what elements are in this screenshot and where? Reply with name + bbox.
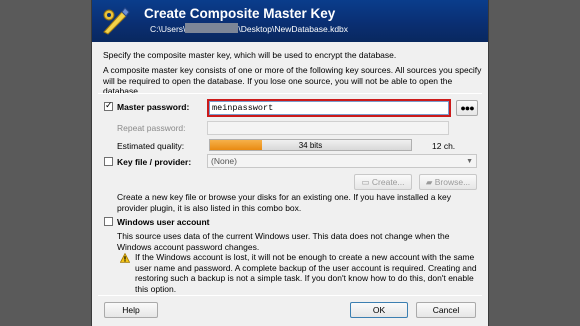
folder-icon: ▰ [425, 177, 435, 187]
reveal-password-button[interactable]: ●●● [456, 100, 478, 116]
key-file-help: Create a new key file or browse your dis… [117, 192, 452, 213]
master-password-label: Master password: [117, 102, 190, 112]
separator [98, 93, 482, 94]
character-count: 12 ch. [432, 141, 456, 151]
dialog-title: Create Composite Master Key [144, 6, 336, 21]
redacted-username [185, 23, 239, 33]
repeat-password-input[interactable] [207, 121, 449, 135]
repeat-password-label: Repeat password: [117, 123, 186, 133]
estimated-quality-label: Estimated quality: [117, 141, 185, 151]
intro-line-2: A composite master key consists of one o… [103, 65, 482, 96]
warning-icon [120, 253, 130, 263]
ok-button[interactable]: OK [350, 302, 408, 318]
windows-account-label: Windows user account [117, 217, 210, 227]
browse-key-file-button[interactable]: ▰ Browse... [419, 174, 477, 190]
quality-bits-text: 34 bits [298, 141, 323, 150]
chevron-down-icon: ▼ [466, 158, 473, 165]
key-pen-icon [103, 7, 130, 35]
new-file-icon: ▭ [361, 177, 372, 187]
help-button[interactable]: Help [104, 302, 158, 318]
create-master-key-dialog: Create Composite Master Key C:\Users\ \De… [91, 0, 489, 326]
windows-account-warning: If the Windows account is lost, it will … [135, 252, 477, 294]
key-file-combo[interactable]: (None) ▼ [207, 154, 477, 168]
key-file-label: Key file / provider: [117, 157, 192, 167]
intro-line-1: Specify the composite master key, which … [103, 50, 397, 60]
footer-separator [98, 295, 482, 296]
cancel-button[interactable]: Cancel [416, 302, 476, 318]
quality-progress-bar: 34 bits [209, 139, 412, 151]
header-banner: Create Composite Master Key C:\Users\ \De… [92, 0, 488, 42]
database-path: C:\Users\ \Desktop\NewDatabase.kdbx [150, 23, 349, 34]
windows-account-help: This source uses data of the current Win… [117, 231, 450, 252]
master-password-checkbox[interactable] [104, 100, 113, 111]
master-password-input[interactable]: meinpasswort [207, 99, 451, 117]
key-file-checkbox[interactable] [104, 157, 113, 166]
windows-account-checkbox[interactable] [104, 217, 113, 226]
create-key-file-button[interactable]: ▭ Create... [354, 174, 412, 190]
